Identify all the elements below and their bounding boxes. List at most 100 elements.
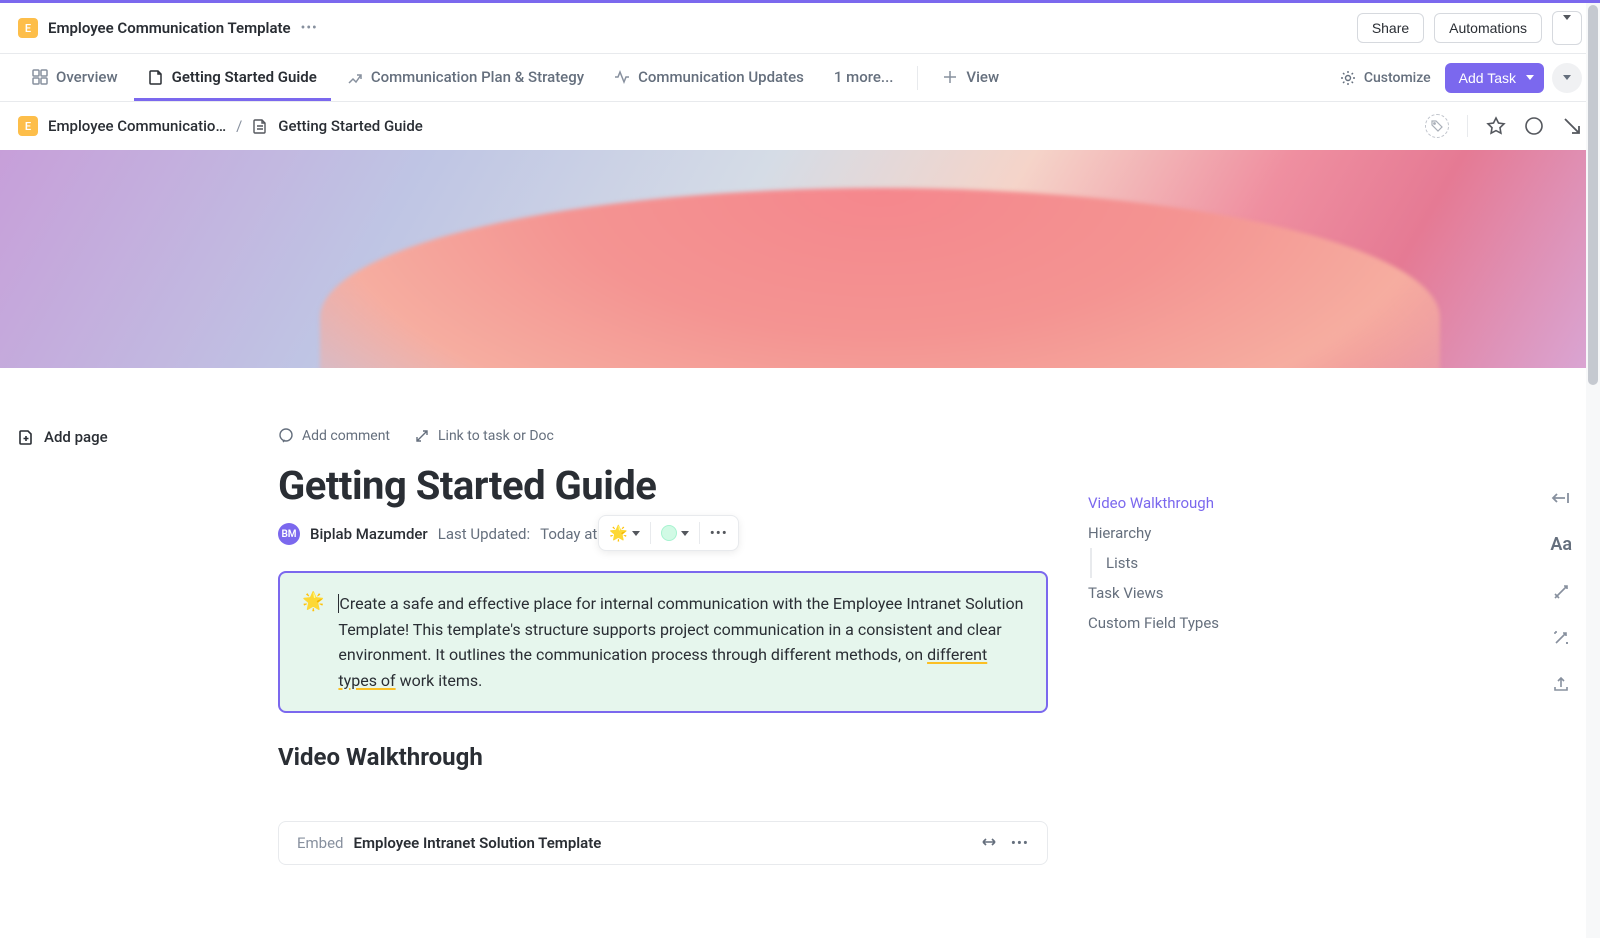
add-page-icon: [18, 429, 34, 445]
expand-icon[interactable]: [981, 834, 997, 852]
add-tag-button[interactable]: [1425, 114, 1449, 138]
color-swatch-icon: [661, 525, 677, 541]
breadcrumb-space-badge[interactable]: E: [18, 116, 38, 136]
sparkle-icon: 🌟: [609, 524, 628, 542]
chevron-down-icon: [681, 531, 689, 536]
magic-wand-button[interactable]: [1550, 629, 1572, 647]
customize-button[interactable]: Customize: [1328, 70, 1443, 86]
last-updated-label: Last Updated:: [438, 525, 530, 543]
breadcrumb-parent[interactable]: Employee Communicatio…: [48, 117, 226, 135]
tab-more-label: 1 more...: [834, 68, 894, 86]
automations-dropdown-button[interactable]: [1552, 11, 1582, 45]
embed-label: Embed: [297, 834, 344, 852]
comment-icon: [278, 428, 294, 444]
toc-item-lists[interactable]: Lists: [1106, 548, 1328, 578]
toolbar-divider: [650, 522, 651, 544]
breadcrumb-current[interactable]: Getting Started Guide: [278, 117, 423, 135]
toolbar-more-button[interactable]: •••: [704, 520, 734, 546]
author-avatar[interactable]: BM: [278, 523, 300, 545]
embed-more-icon[interactable]: •••: [1011, 834, 1029, 852]
scrollbar[interactable]: [1586, 3, 1600, 938]
callout-emoji-icon[interactable]: 🌟: [302, 591, 324, 693]
block-toolbar: 🌟 •••: [598, 515, 739, 551]
callout-text-b: work items.: [396, 671, 483, 690]
callout-text-a: Create a safe and effective place for in…: [338, 594, 1023, 664]
tab-getting-started-label: Getting Started Guide: [172, 68, 317, 86]
link-task-button[interactable]: Link to task or Doc: [414, 428, 554, 444]
tab-overview-label: Overview: [56, 68, 118, 86]
add-comment-button[interactable]: Add comment: [278, 428, 390, 444]
page-title[interactable]: Getting Started Guide: [278, 462, 1048, 509]
doc-icon: [252, 118, 268, 134]
tab-divider: [917, 66, 918, 90]
more-icon: •••: [710, 524, 728, 542]
download-button[interactable]: [1562, 116, 1582, 136]
left-sidebar: Add page: [18, 368, 278, 865]
activity-icon: [614, 69, 630, 85]
add-view-button[interactable]: View: [928, 54, 1013, 101]
gear-icon: [1340, 70, 1356, 86]
tab-getting-started[interactable]: Getting Started Guide: [134, 54, 331, 101]
chevron-down-icon: [632, 531, 640, 536]
favorite-button[interactable]: [1486, 116, 1506, 136]
toolbar-emoji-button[interactable]: 🌟: [603, 520, 646, 546]
share-button[interactable]: Share: [1357, 13, 1424, 43]
breadcrumb-separator: /: [236, 117, 242, 135]
header-bar: E Employee Communication Template ••• Sh…: [0, 3, 1600, 54]
toolbar-color-button[interactable]: [655, 520, 695, 546]
side-tools: Aa: [1550, 490, 1572, 693]
chevron-down-icon: [1563, 75, 1571, 80]
more-actions-button[interactable]: [1552, 63, 1582, 93]
add-comment-label: Add comment: [302, 428, 390, 444]
tab-more[interactable]: 1 more...: [820, 54, 908, 101]
tab-updates-label: Communication Updates: [638, 68, 804, 86]
add-task-button[interactable]: Add Task: [1445, 63, 1544, 93]
toc-item-hierarchy[interactable]: Hierarchy: [1088, 518, 1328, 548]
link-task-label: Link to task or Doc: [438, 428, 554, 444]
author-name[interactable]: Biplab Mazumder: [310, 525, 428, 543]
embed-title: Employee Intranet Solution Template: [354, 834, 602, 852]
automations-button[interactable]: Automations: [1434, 13, 1542, 43]
typography-button[interactable]: Aa: [1550, 534, 1572, 555]
link-icon: [414, 428, 430, 444]
comments-button[interactable]: [1524, 116, 1544, 136]
more-options-icon[interactable]: •••: [301, 20, 318, 36]
toc-item-task-views[interactable]: Task Views: [1088, 578, 1328, 608]
customize-label: Customize: [1364, 70, 1431, 86]
automations-label: Automations: [1449, 20, 1527, 36]
toc-item-custom-fields[interactable]: Custom Field Types: [1088, 608, 1328, 638]
space-title[interactable]: Employee Communication Template: [48, 19, 291, 37]
space-badge[interactable]: E: [18, 18, 38, 38]
add-page-button[interactable]: Add page: [18, 428, 278, 446]
document-main: Add comment Link to task or Doc Getting …: [278, 368, 1048, 865]
share-export-button[interactable]: [1550, 675, 1572, 693]
collapse-outline-button[interactable]: [1550, 490, 1572, 506]
callout-underline-1: different: [927, 645, 987, 664]
doc-icon: [148, 69, 164, 85]
content-area: Add page Add comment Link to task or Doc…: [0, 368, 1600, 865]
breadcrumb-divider: [1467, 115, 1468, 137]
tab-updates[interactable]: Communication Updates: [600, 54, 818, 101]
tabs-bar: Overview Getting Started Guide Communica…: [0, 54, 1600, 102]
callout-block[interactable]: 🌟 Create a safe and effective place for …: [278, 571, 1048, 713]
cover-image[interactable]: [0, 150, 1600, 368]
view-label: View: [966, 68, 999, 86]
callout-text[interactable]: Create a safe and effective place for in…: [338, 591, 1024, 693]
cover-hill-shape: [320, 188, 1440, 368]
scrollbar-thumb[interactable]: [1588, 5, 1598, 385]
toc-item-video[interactable]: Video Walkthrough: [1088, 488, 1328, 518]
chevron-down-icon: [1526, 75, 1534, 80]
toolbar-divider: [699, 522, 700, 544]
tab-plan-strategy[interactable]: Communication Plan & Strategy: [333, 54, 598, 101]
breadcrumb: E Employee Communicatio… / Getting Start…: [0, 102, 1600, 150]
chevron-down-icon: [1563, 15, 1571, 36]
doc-actions-row: Add comment Link to task or Doc: [278, 428, 1048, 444]
ai-button[interactable]: [1550, 583, 1572, 601]
embed-block[interactable]: Embed Employee Intranet Solution Templat…: [278, 821, 1048, 865]
tab-overview[interactable]: Overview: [18, 54, 132, 101]
strategy-icon: [347, 69, 363, 85]
overview-icon: [32, 69, 48, 85]
callout-underline-2: types of: [338, 671, 395, 690]
heading-video-walkthrough[interactable]: Video Walkthrough: [278, 743, 1048, 771]
add-page-label: Add page: [44, 428, 108, 446]
